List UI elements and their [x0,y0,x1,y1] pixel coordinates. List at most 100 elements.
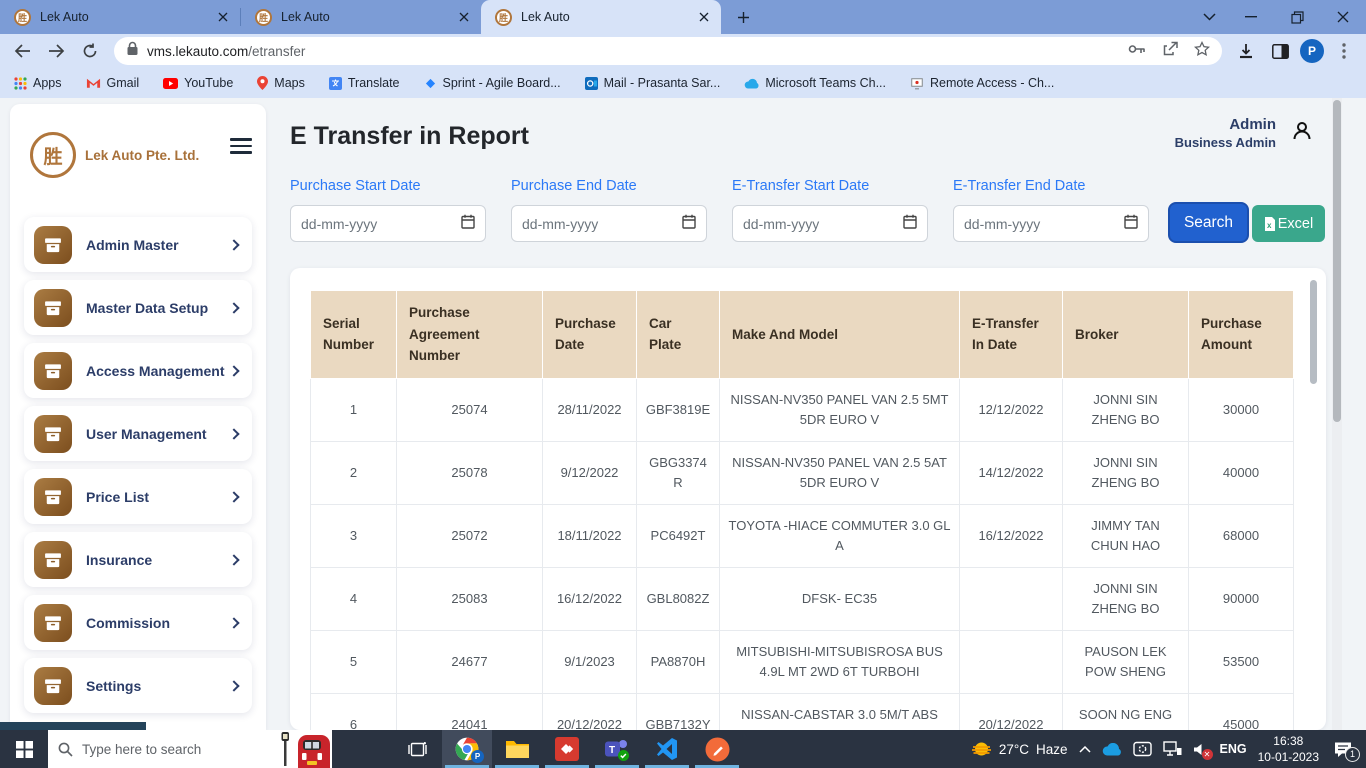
date-input[interactable] [953,205,1149,242]
cell-purchase-date: 28/11/2022 [543,378,637,441]
restore-button[interactable] [1274,0,1320,34]
bookmark-remote-access[interactable]: Remote Access - Ch... [910,76,1054,90]
clock[interactable]: 16:38 10-01-2023 [1258,733,1319,765]
download-icon[interactable] [1232,37,1260,65]
excel-label: Excel [1278,216,1313,232]
browser-tab-2[interactable]: 胜 Lek Auto [241,0,481,34]
cell-car-plate: PC6492T [637,504,720,567]
cell-etransfer-date: 14/12/2022 [960,441,1063,504]
mute-badge-icon: ✕ [1202,749,1213,760]
table-scrollbar-thumb[interactable] [1310,280,1317,384]
browser-tab-1[interactable]: 胜 Lek Auto [0,0,240,34]
user-block[interactable]: Admin Business Admin [1175,116,1314,150]
date-field[interactable] [522,216,682,232]
profile-avatar[interactable]: P [1300,39,1324,63]
date-filter: E-Transfer Start Date [732,178,928,242]
tab-close-icon[interactable] [214,8,232,26]
tray-expand-icon[interactable] [1079,746,1091,753]
search-box-train-image [276,730,332,768]
chevron-right-icon [228,680,239,691]
reload-button[interactable] [76,37,104,65]
page-scrollbar-thumb[interactable] [1333,100,1341,422]
onedrive-icon[interactable] [1102,743,1122,756]
excel-file-icon: x [1264,217,1276,231]
start-button[interactable] [0,730,48,768]
bookmark-star-icon[interactable] [1194,41,1210,62]
tab-close-icon[interactable] [455,8,473,26]
network-icon[interactable] [1163,741,1182,757]
new-tab-button[interactable] [729,3,757,31]
excel-export-button[interactable]: x Excel [1252,205,1325,242]
sidebar-item[interactable]: User Management [24,406,252,461]
microsoft-teams-icon[interactable]: T [592,730,642,768]
share-icon[interactable] [1162,41,1178,62]
close-button[interactable] [1320,0,1366,34]
back-button[interactable] [8,37,36,65]
search-button[interactable]: Search [1168,202,1249,243]
jira-diamond-icon [424,77,437,90]
horizontal-scrollbar-thumb[interactable] [0,722,146,730]
date-field[interactable] [743,216,903,232]
bookmark-maps[interactable]: Maps [257,76,305,90]
date-input[interactable] [290,205,486,242]
date-field[interactable] [301,216,461,232]
address-bar[interactable]: vms.lekauto.com/etransfer [114,37,1222,65]
date-input[interactable] [732,205,928,242]
sidebar-item[interactable]: Settings [24,658,252,713]
sidebar-item[interactable]: Access Management [24,343,252,398]
sidebar-item[interactable]: Master Data Setup [24,280,252,335]
volume-muted-icon[interactable]: ✕ [1193,742,1209,757]
sidebar-item[interactable]: Price List [24,469,252,524]
tab-close-icon[interactable] [695,8,713,26]
sidebar-item[interactable]: Commission [24,595,252,650]
calendar-icon[interactable] [1124,214,1138,234]
minimize-button[interactable] [1228,0,1274,34]
cell-purchase-amount: 40000 [1189,441,1294,504]
cell-serial-number: 5 [311,630,397,693]
tab-search-icon[interactable] [1190,0,1228,34]
bookmark-teams[interactable]: Microsoft Teams Ch... [744,76,886,90]
cell-purchase-amount: 30000 [1189,378,1294,441]
calendar-icon[interactable] [903,214,917,234]
date-input[interactable] [511,205,707,242]
bookmark-apps[interactable]: Apps [14,76,62,90]
column-header: Serial Number [311,291,397,379]
vscode-icon[interactable] [642,730,692,768]
weather-widget[interactable]: 27°C Haze [971,740,1068,759]
postman-icon[interactable] [692,730,742,768]
cell-serial-number: 2 [311,441,397,504]
screen-cast-icon[interactable] [1133,741,1152,757]
side-panel-icon[interactable] [1266,37,1294,65]
bookmark-youtube[interactable]: YouTube [163,76,233,90]
browser-menu-icon[interactable] [1330,37,1358,65]
cell-broker: SOON NG ENG SOON [1063,693,1189,730]
cell-serial-number: 3 [311,504,397,567]
language-indicator[interactable]: ENG [1220,742,1247,756]
red-diamond-app-icon[interactable] [542,730,592,768]
menu-toggle-icon[interactable] [230,138,252,154]
browser-toolbar: vms.lekauto.com/etransfer P [0,34,1366,68]
page-scrollbar[interactable] [1332,98,1342,730]
date-field[interactable] [964,216,1124,232]
bookmark-label: Microsoft Teams Ch... [765,76,886,90]
bookmark-gmail[interactable]: Gmail [86,76,140,90]
file-explorer-icon[interactable] [492,730,542,768]
taskbar-chrome-icon[interactable]: P [442,730,492,768]
cell-serial-number: 4 [311,567,397,630]
sidebar-item[interactable]: Insurance [24,532,252,587]
bookmark-label: Sprint - Agile Board... [443,76,561,90]
taskbar-search-box[interactable]: Type here to search [48,730,332,768]
calendar-icon[interactable] [682,214,696,234]
calendar-icon[interactable] [461,214,475,234]
person-icon[interactable] [1290,119,1314,148]
bookmark-outlook-mail[interactable]: Mail - Prasanta Sar... [585,76,721,90]
lock-icon[interactable] [126,41,139,61]
forward-button[interactable] [42,37,70,65]
sidebar-item[interactable]: Admin Master [24,217,252,272]
browser-tab-3-active[interactable]: 胜 Lek Auto [481,0,721,34]
password-key-icon[interactable] [1128,42,1146,60]
bookmark-translate[interactable]: Translate [329,76,400,90]
bookmark-sprint-board[interactable]: Sprint - Agile Board... [424,76,561,90]
notification-center-icon[interactable]: 1 [1330,741,1356,758]
task-view-icon[interactable] [392,730,442,768]
